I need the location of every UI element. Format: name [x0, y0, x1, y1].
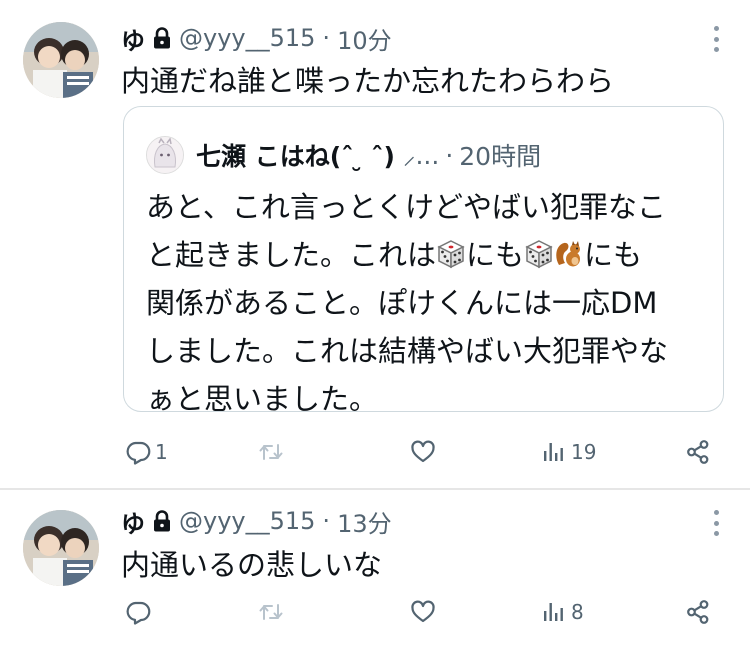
quoted-text-line: しました。これは結構やばい大犯罪やな: [146, 334, 669, 368]
avatar[interactable]: [23, 22, 99, 98]
reply-icon: [125, 599, 151, 625]
quoted-text-segment: にも: [466, 238, 525, 272]
reply-count: 1: [155, 440, 168, 464]
reply-button[interactable]: 1: [125, 434, 168, 470]
tweet-text: 内通いるの悲しいな: [121, 548, 383, 582]
views-button[interactable]: 8: [541, 594, 584, 630]
squirrel-emoji: [554, 239, 584, 269]
quoted-text-line: ぁと思いました。: [146, 382, 379, 416]
display-name[interactable]: ゆ: [121, 504, 145, 539]
reply-icon: [125, 439, 151, 465]
views-icon: [541, 599, 567, 625]
lock-icon: [153, 510, 171, 532]
tweet[interactable]: ゆ @yyy__515 · 13分 内通いるの悲しいな 8: [0, 490, 750, 647]
username[interactable]: @yyy__515: [179, 24, 315, 52]
heart-icon: [410, 599, 436, 625]
quoted-display-name[interactable]: 七瀬 こはね(ˆ ̮ ˆ): [196, 137, 395, 173]
view-count: 8: [571, 600, 584, 624]
quoted-text-line: あと、これ言っとくけどやばい犯罪なこ: [146, 190, 666, 224]
tweet-text: 内通だね誰と喋ったか忘れたわらわら: [121, 64, 615, 98]
tweet-actions: 1 19: [125, 434, 720, 470]
quoted-username[interactable]: ⸝...: [403, 138, 439, 172]
separator-dot: ·: [445, 140, 454, 170]
username[interactable]: @yyy__515: [179, 507, 315, 535]
heart-icon: [410, 439, 436, 465]
quoted-tweet[interactable]: 七瀬 こはね(ˆ ̮ ˆ) ⸝... · 20時間 あと、これ言っとくけどやばい…: [123, 106, 724, 416]
view-count: 19: [571, 440, 597, 464]
retweet-button[interactable]: [258, 434, 284, 470]
quoted-timestamp[interactable]: 20時間: [459, 137, 541, 173]
avatar[interactable]: [23, 510, 99, 586]
share-icon: [685, 599, 711, 625]
share-icon: [685, 439, 711, 465]
tweet-header: ゆ @yyy__515 · 13分: [121, 503, 392, 539]
tweet[interactable]: ゆ @yyy__515 · 10分 内通だね誰と喋ったか忘れたわらわら 七瀬 こ…: [0, 0, 750, 490]
more-icon[interactable]: [714, 510, 720, 536]
dice-emoji: [436, 239, 466, 269]
retweet-icon: [258, 439, 284, 465]
quoted-text-segment: と起きました。これは: [146, 238, 437, 272]
timestamp[interactable]: 10分: [337, 21, 392, 56]
like-button[interactable]: [410, 434, 436, 470]
separator-dot: ·: [322, 507, 331, 535]
quoted-text-segment: にも: [584, 238, 643, 272]
views-icon: [541, 439, 567, 465]
separator-dot: ·: [322, 24, 331, 52]
share-button[interactable]: [685, 594, 711, 630]
retweet-icon: [258, 599, 284, 625]
share-button[interactable]: [685, 434, 711, 470]
retweet-button[interactable]: [258, 594, 284, 630]
quoted-tweet-text: あと、これ言っとくけどやばい犯罪なこ と起きました。これは にも にも 関係があるこ…: [146, 183, 706, 423]
lock-icon: [153, 27, 171, 49]
display-name[interactable]: ゆ: [121, 21, 145, 56]
timestamp[interactable]: 13分: [337, 504, 392, 539]
views-button[interactable]: 19: [541, 434, 596, 470]
quoted-tweet-header: 七瀬 こはね(ˆ ̮ ˆ) ⸝... · 20時間: [146, 135, 541, 175]
reply-button[interactable]: [125, 594, 155, 630]
quoted-text-line: 関係があること。ぽけくんには一応DM: [146, 286, 658, 320]
tweet-header: ゆ @yyy__515 · 10分: [121, 20, 392, 56]
quoted-avatar: [146, 136, 184, 174]
dice-emoji: [524, 239, 554, 269]
quoted-text-line: と起きました。これは にも にも: [146, 231, 706, 279]
more-icon[interactable]: [714, 26, 720, 52]
like-button[interactable]: [410, 594, 436, 630]
tweet-actions: 8: [125, 594, 720, 630]
